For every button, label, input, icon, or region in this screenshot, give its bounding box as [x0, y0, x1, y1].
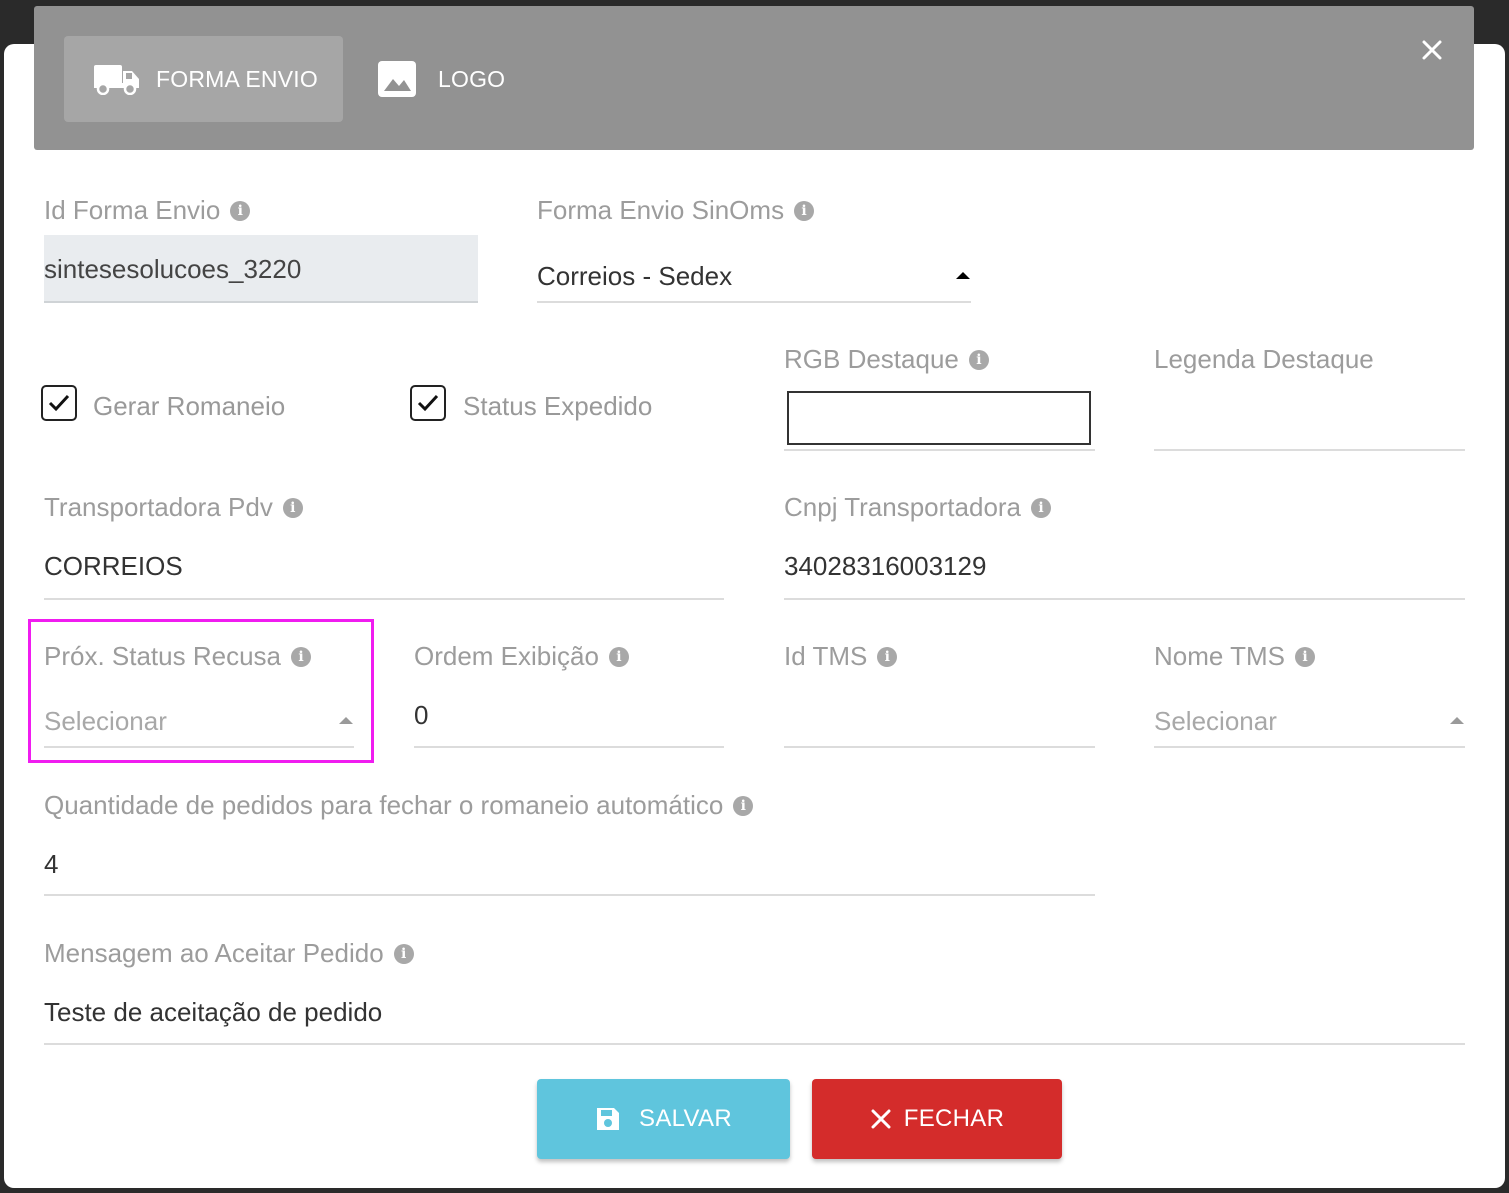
nome-tms-label: Nome TMS i: [1154, 641, 1315, 672]
ordem-exibicao-input[interactable]: [414, 690, 724, 746]
info-icon[interactable]: i: [230, 200, 251, 221]
ordem-exibicao-label-text: Ordem Exibição: [414, 641, 599, 671]
tab-logo-label: LOGO: [438, 65, 506, 92]
divider: [1154, 449, 1465, 451]
transportadora-pdv-label-text: Transportadora Pdv: [44, 492, 273, 522]
tab-logo[interactable]: LOGO: [364, 36, 524, 122]
id-tms-input[interactable]: [784, 690, 1095, 746]
chevron-up-icon: [1450, 717, 1464, 724]
info-icon[interactable]: i: [393, 943, 414, 964]
legenda-destaque-input[interactable]: [1154, 395, 1465, 449]
info-icon[interactable]: i: [968, 349, 989, 370]
save-icon: [595, 1106, 621, 1132]
divider: [537, 301, 971, 303]
gerar-romaneio-label: Gerar Romaneio: [93, 391, 286, 421]
divider: [1154, 746, 1465, 748]
info-icon[interactable]: i: [1295, 646, 1315, 667]
transportadora-pdv-label: Transportadora Pdv i: [44, 492, 303, 523]
forma-envio-sinoms-label-text: Forma Envio SinOms: [537, 195, 785, 225]
close-button[interactable]: FECHAR: [812, 1079, 1062, 1159]
nome-tms-label-text: Nome TMS: [1154, 641, 1285, 671]
save-button[interactable]: SALVAR: [537, 1079, 790, 1159]
cnpj-transportadora-label: Cnpj Transportadora i: [784, 492, 1052, 523]
status-expedido-checkbox[interactable]: [410, 385, 446, 421]
tab-forma-envio-label: FORMA ENVIO: [156, 65, 318, 92]
quantidade-pedidos-value: 4: [44, 849, 59, 879]
divider: [784, 598, 1465, 600]
id-forma-envio-label-text: Id Forma Envio: [44, 195, 221, 225]
info-icon[interactable]: i: [1031, 497, 1052, 518]
ordem-exibicao-value: 0: [414, 700, 429, 730]
quantidade-pedidos-label: Quantidade de pedidos para fechar o roma…: [44, 790, 754, 821]
info-icon[interactable]: i: [794, 200, 815, 221]
divider: [44, 894, 1095, 896]
close-icon: [870, 1108, 892, 1130]
close-button-label: FECHAR: [903, 1105, 1005, 1132]
dialog-header: FORMA ENVIO LOGO: [34, 6, 1474, 150]
mensagem-aceitar-label-text: Mensagem ao Aceitar Pedido: [44, 938, 384, 968]
id-forma-envio-value: sintesesolucoes_3220: [44, 254, 302, 284]
cnpj-transportadora-value: 34028316003129: [784, 551, 987, 581]
highlight-box: [28, 619, 374, 763]
quantidade-pedidos-input[interactable]: [44, 838, 1095, 894]
mensagem-aceitar-label: Mensagem ao Aceitar Pedido i: [44, 938, 414, 969]
divider: [44, 598, 724, 600]
info-icon[interactable]: i: [282, 497, 303, 518]
info-icon[interactable]: i: [733, 795, 754, 816]
divider: [784, 449, 1095, 451]
nome-tms-placeholder: Selecionar: [1154, 706, 1277, 736]
ordem-exibicao-label: Ordem Exibição i: [414, 641, 629, 672]
forma-envio-sinoms-value: Correios - Sedex: [537, 261, 733, 291]
info-icon[interactable]: i: [608, 646, 629, 667]
truck-icon: [94, 63, 140, 95]
rgb-destaque-label: RGB Destaque i: [784, 344, 989, 375]
divider: [44, 301, 478, 303]
image-icon: [378, 61, 416, 97]
info-icon[interactable]: i: [877, 646, 898, 667]
divider: [784, 746, 1095, 748]
check-icon: [417, 394, 439, 412]
id-tms-label: Id TMS i: [784, 641, 898, 672]
quantidade-pedidos-label-text: Quantidade de pedidos para fechar o roma…: [44, 790, 724, 820]
forma-envio-sinoms-label: Forma Envio SinOms i: [537, 195, 815, 226]
divider: [44, 1043, 1465, 1045]
cnpj-transportadora-label-text: Cnpj Transportadora: [784, 492, 1022, 522]
gerar-romaneio-checkbox[interactable]: [41, 385, 77, 421]
mensagem-aceitar-value: Teste de aceitação de pedido: [44, 997, 383, 1027]
id-forma-envio-label: Id Forma Envio i: [44, 195, 251, 226]
status-expedido-label: Status Expedido: [463, 391, 653, 421]
check-icon: [48, 394, 70, 412]
rgb-destaque-label-text: RGB Destaque: [784, 344, 959, 374]
save-button-label: SALVAR: [639, 1105, 732, 1132]
tab-forma-envio[interactable]: FORMA ENVIO: [64, 36, 343, 122]
close-icon[interactable]: [1418, 36, 1446, 64]
legenda-destaque-label: Legenda Destaque: [1154, 344, 1374, 374]
rgb-destaque-input[interactable]: [787, 391, 1091, 445]
transportadora-pdv-value: CORREIOS: [44, 551, 183, 581]
divider: [414, 746, 724, 748]
chevron-up-icon: [956, 272, 970, 279]
id-tms-label-text: Id TMS: [784, 641, 868, 671]
